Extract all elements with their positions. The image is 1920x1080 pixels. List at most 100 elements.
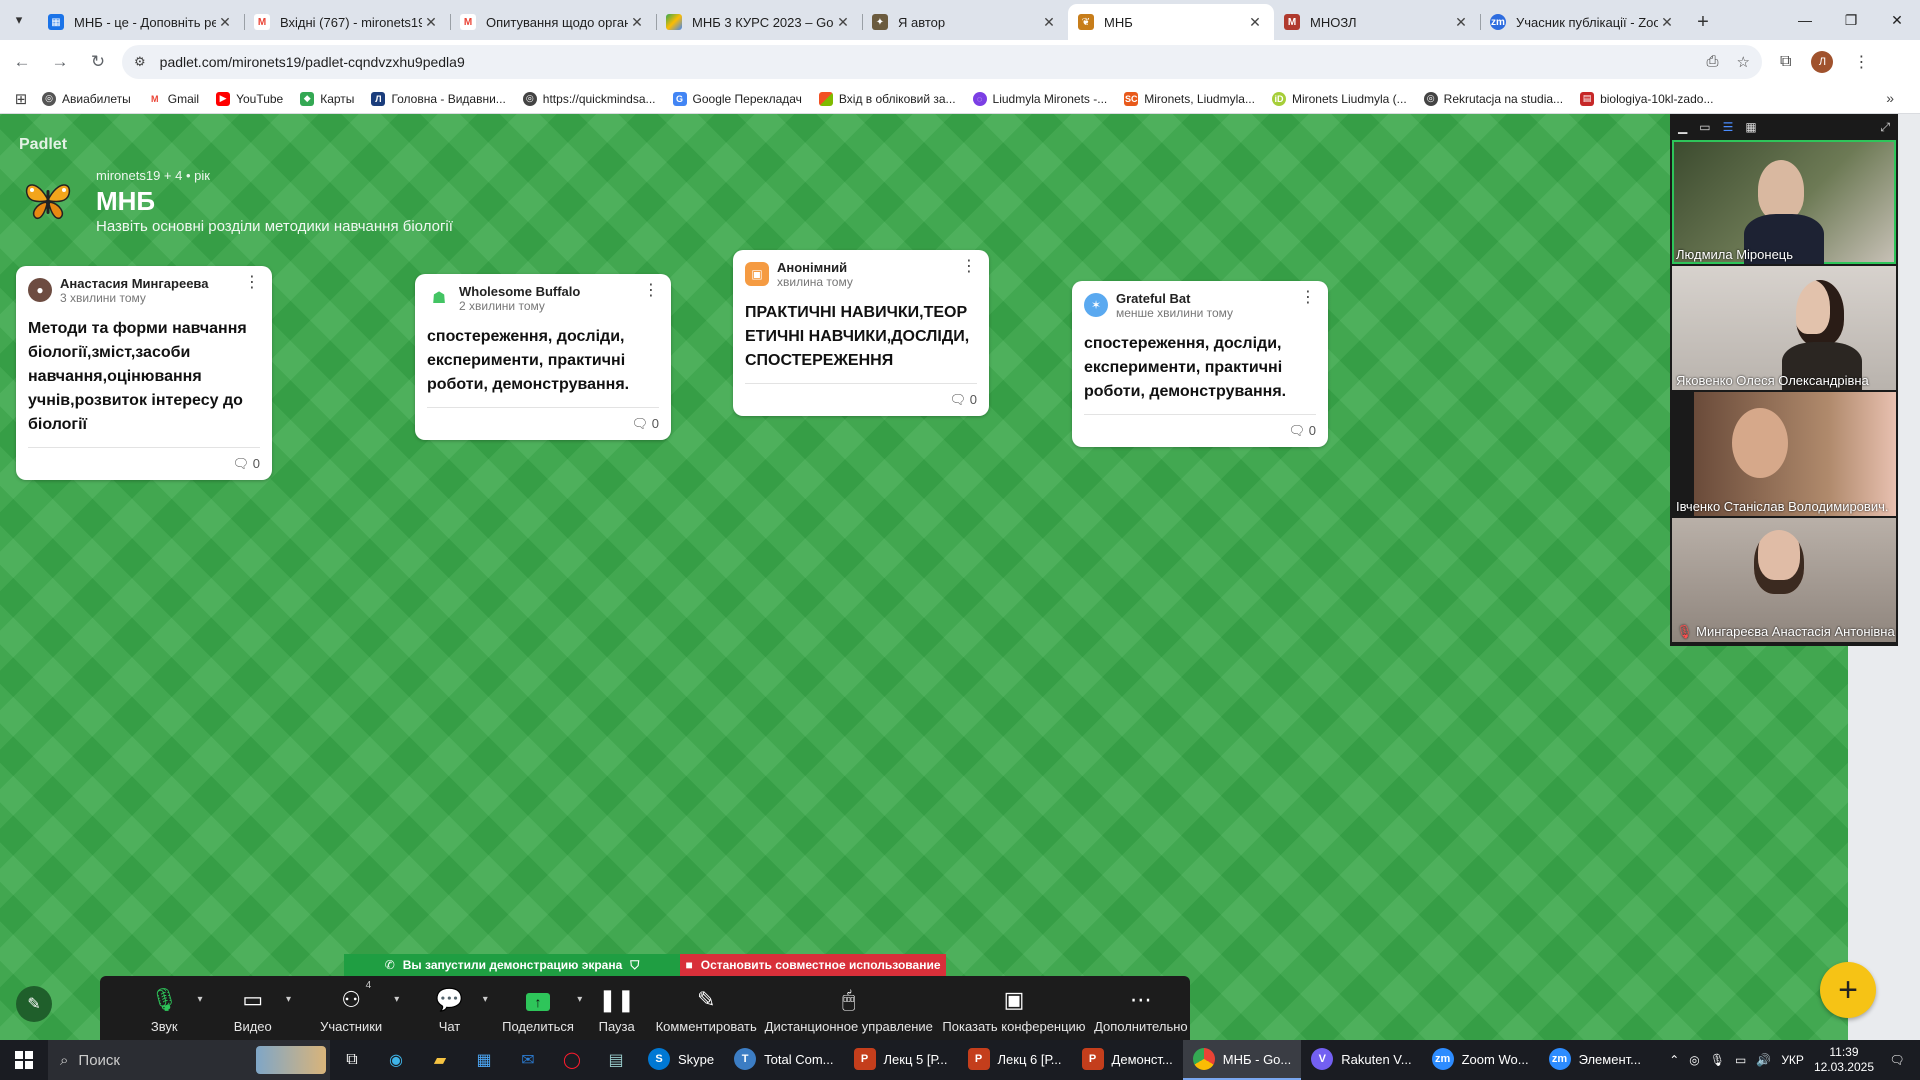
address-bar[interactable]: ⚙ padlet.com/mironets19/padlet-cqndvzxhu…	[122, 45, 1762, 79]
minimize-button[interactable]: —	[1782, 0, 1828, 40]
edge-icon[interactable]: ◉	[374, 1040, 418, 1080]
new-tab-button[interactable]: +	[1686, 4, 1720, 40]
participant-tile[interactable]: Людмила Міронець	[1672, 140, 1896, 264]
participant-tile[interactable]: Яковенко Олеся Олександрівна	[1672, 266, 1896, 390]
browser-tab[interactable]: МНБ 3 КУРС 2023 – Goog ✕	[656, 4, 862, 40]
bookmark-item[interactable]: Вхід в обліковий за...	[818, 91, 956, 106]
taskbar-app[interactable]: S Skype	[638, 1040, 724, 1080]
install-app-icon[interactable]: ⎙	[1707, 53, 1719, 71]
close-window-button[interactable]: ✕	[1874, 0, 1920, 40]
chevron-up-icon[interactable]: ▾	[197, 994, 202, 1005]
apps-grid-icon[interactable]: ⊞	[0, 90, 42, 108]
share-button[interactable]: ↑ Поделиться ▾	[494, 976, 582, 1040]
bookmark-item[interactable]: G Google Перекладач	[672, 91, 802, 106]
audio-button[interactable]: 🎙 Звук ▾	[120, 976, 209, 1040]
forward-arrow-icon[interactable]: →	[44, 46, 76, 78]
profile-avatar[interactable]: Л	[1811, 51, 1834, 73]
microphone-icon[interactable]: 🎙	[1710, 1053, 1725, 1067]
minimize-icon[interactable]: ▁	[1678, 120, 1687, 134]
bookmark-item[interactable]: ◌ Liudmyla Mironets -...	[972, 91, 1107, 106]
browser-tab-active[interactable]: ❦ МНБ ✕	[1068, 4, 1274, 40]
participants-button[interactable]: 4 ⚇ Участники ▾	[297, 976, 405, 1040]
browser-tab[interactable]: zm Учасник публікації - Zoo ✕	[1480, 4, 1686, 40]
padlet-brand[interactable]: Padlet	[19, 136, 67, 154]
extensions-icon[interactable]: ⧉	[1780, 53, 1791, 71]
task-view-icon[interactable]: ⧉	[330, 1040, 374, 1080]
annotate-button[interactable]: ✎ Комментировать	[651, 976, 761, 1040]
volume-icon[interactable]: 🔊	[1756, 1053, 1771, 1067]
chevron-up-icon[interactable]: ▾	[483, 994, 488, 1005]
bookmark-item[interactable]: ◆ Карты	[300, 91, 354, 106]
reload-icon[interactable]: ↻	[82, 46, 114, 78]
taskbar-app[interactable]: zm Элемент...	[1539, 1040, 1651, 1080]
comment-icon[interactable]: 🗨	[632, 416, 649, 431]
url-text[interactable]: padlet.com/mironets19/padlet-cqndvzxhu9p…	[160, 54, 1707, 70]
taskbar-app[interactable]: V Rakuten V...	[1301, 1040, 1421, 1080]
bookmark-item[interactable]: ▤ biologiya-10kl-zado...	[1580, 91, 1713, 106]
post-card[interactable]: ▣ Анонімний хвилина тому ⋮ ПРАКТИЧНІ НАВ…	[733, 250, 989, 416]
back-arrow-icon[interactable]: ←	[6, 46, 38, 78]
participant-tile[interactable]: 🎙 Мингареєва Анастасія Антонівна	[1672, 518, 1896, 642]
bookmark-item[interactable]: ◎ Авиабилеты	[42, 91, 131, 106]
comment-icon[interactable]: 🗨	[950, 392, 967, 407]
language-indicator[interactable]: УКР	[1781, 1053, 1804, 1067]
opera-icon[interactable]: ◯	[550, 1040, 594, 1080]
close-icon[interactable]: ✕	[1040, 14, 1058, 31]
tab-search-icon[interactable]: ▾	[0, 0, 38, 40]
pause-share-button[interactable]: ❚❚ Пауза	[582, 976, 651, 1040]
add-post-button[interactable]: +	[1820, 962, 1876, 1018]
network-icon[interactable]: ▭	[1735, 1053, 1746, 1067]
chevron-up-icon[interactable]: ▾	[286, 994, 291, 1005]
chevron-up-icon[interactable]: ⌃	[1669, 1053, 1679, 1067]
browser-tab[interactable]: ▦ МНБ - це - Доповніть ре ✕	[38, 4, 244, 40]
pencil-icon[interactable]: ✎	[16, 986, 52, 1022]
participant-tile[interactable]: Івченко Станіслав Володимирович.	[1672, 392, 1896, 516]
gallery-view-icon[interactable]: ▦	[1745, 120, 1756, 134]
kebab-menu-icon[interactable]: ⋮	[1300, 290, 1316, 306]
stop-share-button[interactable]: ■ Остановить совместное использование	[680, 954, 946, 976]
close-icon[interactable]: ✕	[1246, 14, 1264, 31]
browser-tab[interactable]: M Вхідні (767) - mironets19@ ✕	[244, 4, 450, 40]
post-card[interactable]: ✶ Grateful Bat менше хвилини тому ⋮ спос…	[1072, 281, 1328, 447]
chat-button[interactable]: 💬 Чат ▾	[405, 976, 494, 1040]
browser-tab[interactable]: M Опитування щодо орган ✕	[450, 4, 656, 40]
store-icon[interactable]: ▦	[462, 1040, 506, 1080]
bookmark-item[interactable]: iD Mironets Liudmyla (...	[1271, 91, 1407, 106]
bookmark-item[interactable]: SC Mironets, Liudmyla...	[1124, 91, 1255, 106]
bookmark-item[interactable]: M Gmail	[147, 91, 199, 106]
clock[interactable]: 11:39 12.03.2025	[1814, 1045, 1874, 1075]
more-bookmarks-icon[interactable]: »	[1886, 90, 1894, 106]
taskbar-app[interactable]: zm Zoom Wo...	[1422, 1040, 1539, 1080]
kebab-menu-icon[interactable]: ⋮	[961, 259, 977, 275]
taskbar-search[interactable]: ⌕ Поиск	[48, 1040, 330, 1080]
comment-icon[interactable]: 🗨	[1289, 423, 1306, 438]
chevron-up-icon[interactable]: ▾	[394, 994, 399, 1005]
camera-icon[interactable]: ◎	[1689, 1053, 1699, 1067]
close-icon[interactable]: ✕	[1452, 14, 1470, 31]
close-icon[interactable]: ✕	[422, 14, 440, 31]
expand-icon[interactable]: ⤢	[1880, 120, 1890, 135]
close-icon[interactable]: ✕	[216, 14, 234, 31]
more-button[interactable]: ⋯ Дополнительно	[1092, 976, 1190, 1040]
kebab-menu-icon[interactable]: ⋮	[643, 283, 659, 299]
site-info-icon[interactable]: ⚙	[134, 54, 146, 70]
taskbar-app[interactable]: P Лекц 5 [Р...	[844, 1040, 958, 1080]
post-card[interactable]: ● Анастасия Мингареева 3 хвилини тому ⋮ …	[16, 266, 272, 480]
calculator-icon[interactable]: ▤	[594, 1040, 638, 1080]
bookmark-item[interactable]: ◎ Rekrutacja na studia...	[1423, 91, 1563, 106]
comment-icon[interactable]: 🗨	[233, 456, 250, 471]
bookmark-item[interactable]: ▶ YouTube	[216, 91, 283, 106]
notifications-icon[interactable]: 🗨	[1884, 1053, 1910, 1067]
browser-tab[interactable]: ✦ Я автор ✕	[862, 4, 1068, 40]
speaker-view-icon[interactable]: ▭	[1699, 120, 1710, 134]
post-card[interactable]: ☗ Wholesome Buffalo 2 хвилини тому ⋮ спо…	[415, 274, 671, 440]
close-icon[interactable]: ✕	[834, 14, 852, 31]
close-icon[interactable]: ✕	[628, 14, 646, 31]
remote-control-button[interactable]: 🖱 Дистанционное управление	[761, 976, 936, 1040]
restore-button[interactable]: ❐	[1828, 0, 1874, 40]
browser-tab[interactable]: M МНОЗЛ ✕	[1274, 4, 1480, 40]
bookmark-item[interactable]: ◎ https://quickmindsa...	[522, 91, 656, 106]
outlook-icon[interactable]: ✉	[506, 1040, 550, 1080]
taskbar-app[interactable]: P Демонст...	[1072, 1040, 1183, 1080]
strip-view-icon[interactable]: ☰	[1723, 120, 1734, 134]
